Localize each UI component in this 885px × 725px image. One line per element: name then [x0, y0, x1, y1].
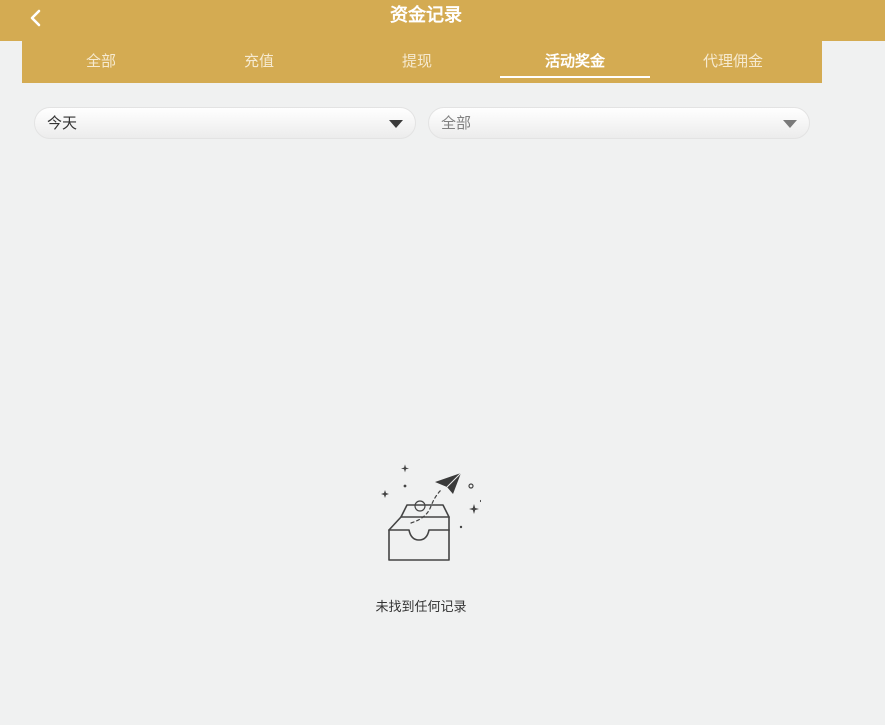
page-title: 资金记录 — [390, 5, 462, 26]
caret-down-icon — [389, 120, 403, 128]
tab-deposit[interactable]: 充值 — [180, 41, 338, 83]
tab-withdraw[interactable]: 提现 — [338, 41, 496, 83]
empty-inbox-paper-plane-icon — [381, 464, 481, 561]
date-range-value: 今天 — [47, 114, 78, 132]
header-gap — [822, 41, 885, 83]
empty-state: 未找到任何记录 — [0, 460, 842, 615]
tab-all[interactable]: 全部 — [22, 41, 180, 83]
empty-message: 未找到任何记录 — [375, 600, 467, 615]
tab-activity-bonus[interactable]: 活动奖金 — [496, 41, 654, 83]
app-header: 资金记录 — [0, 0, 885, 41]
tab-agent-commission[interactable]: 代理佣金 — [654, 41, 812, 83]
record-tabs: 全部 充值 提现 活动奖金 代理佣金 — [22, 41, 822, 83]
date-range-select[interactable]: 今天 — [34, 107, 416, 139]
filter-bar: 今天 全部 — [34, 107, 810, 141]
caret-down-icon — [783, 120, 797, 128]
record-type-select[interactable]: 全部 — [428, 107, 810, 139]
record-type-value: 全部 — [441, 114, 472, 132]
